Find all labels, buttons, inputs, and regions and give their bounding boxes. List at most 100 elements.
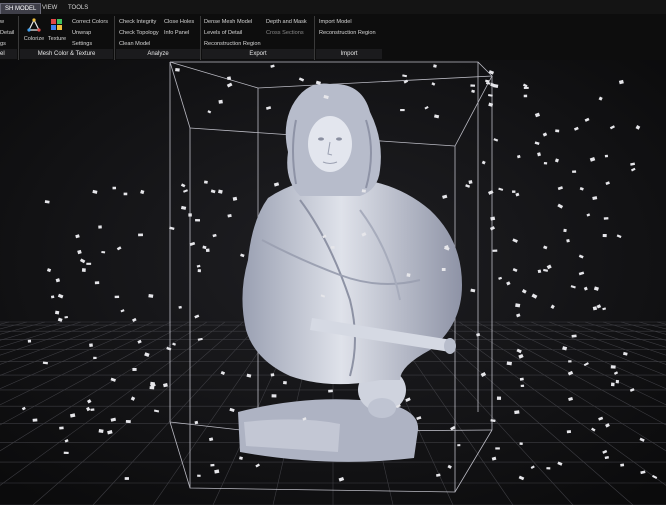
camera-marker-icon [188, 213, 192, 217]
texture-label: Texture [47, 36, 67, 42]
partial-cmd-2[interactable]: Detail [0, 29, 14, 37]
dense-mesh-model-button[interactable]: Dense Mesh Model [204, 18, 252, 26]
check-integrity-button[interactable]: Check Integrity [119, 18, 156, 26]
group-label-mesh-color-texture: Mesh Color & Texture [20, 49, 113, 59]
colorize-icon [27, 18, 41, 32]
camera-marker-icon [197, 269, 202, 273]
camera-marker-icon [515, 303, 521, 308]
depth-and-mask-button[interactable]: Depth and Mask [266, 18, 307, 26]
clean-model-button[interactable]: Clean Model [119, 40, 150, 48]
group-label-model: el [0, 49, 17, 59]
camera-marker-icon [566, 430, 572, 434]
camera-marker-icon [523, 86, 529, 89]
camera-marker-icon [563, 228, 567, 233]
texture-button[interactable]: Texture [46, 16, 68, 46]
camera-marker-icon [546, 467, 551, 470]
camera-marker-icon [602, 233, 607, 238]
ribbon-group-mesh-color-texture: Colorize Texture Correct Colors Unwrap S… [20, 14, 113, 60]
settings-button[interactable]: Settings [72, 40, 92, 48]
camera-marker-icon [148, 294, 154, 298]
camera-marker-icon [495, 447, 500, 450]
camera-marker-icon [283, 381, 287, 385]
camera-marker-icon [138, 233, 143, 237]
camera-marker-icon [125, 419, 131, 424]
unwrap-button[interactable]: Unwrap [72, 29, 91, 37]
camera-marker-icon [620, 463, 625, 467]
3d-viewport[interactable] [0, 60, 666, 505]
partial-cmd-1[interactable]: w [0, 18, 4, 26]
camera-marker-icon [89, 343, 93, 347]
camera-marker-icon [492, 249, 498, 252]
camera-marker-icon [226, 76, 232, 80]
camera-marker-icon [572, 170, 577, 173]
ribbon-separator [200, 16, 201, 60]
camera-marker-icon [555, 129, 560, 133]
camera-marker-icon [112, 186, 117, 190]
camera-marker-icon [123, 192, 128, 196]
ribbon-tab-bar: SH MODEL VIEW TOOLS [0, 0, 666, 15]
camera-marker-icon [457, 444, 461, 447]
camera-marker-icon [512, 190, 516, 193]
camera-marker-icon [514, 410, 520, 415]
cross-sections-button[interactable]: Cross Sections [266, 29, 304, 37]
group-label-export: Export [202, 49, 314, 59]
camera-marker-icon [523, 94, 528, 98]
camera-marker-icon [496, 396, 502, 400]
camera-marker-icon [610, 365, 616, 369]
camera-marker-icon [27, 339, 32, 343]
camera-marker-icon [32, 418, 38, 422]
camera-marker-icon [59, 426, 64, 430]
camera-marker-icon [132, 367, 137, 371]
camera-marker-icon [604, 154, 609, 158]
camera-marker-icon [520, 384, 525, 388]
ribbon-group-import: Import Model Reconstruction Region Impor… [316, 14, 382, 60]
info-panel-button[interactable]: Info Panel [164, 29, 189, 37]
camera-marker-icon [93, 356, 97, 360]
close-holes-button[interactable]: Close Holes [164, 18, 194, 26]
reconstruction-region-export-button[interactable]: Reconstruction Region [204, 40, 261, 48]
levels-of-detail-button[interactable]: Levels of Detail [204, 29, 242, 37]
camera-marker-icon [441, 268, 446, 272]
texture-icon [51, 19, 62, 30]
camera-marker-icon [470, 84, 476, 87]
camera-marker-icon [210, 463, 215, 467]
ribbon-group-model: w Detail gs el [0, 14, 17, 60]
colorize-button[interactable]: Colorize [23, 16, 45, 46]
camera-marker-icon [406, 273, 411, 278]
camera-marker-icon [101, 250, 106, 254]
camera-marker-icon [81, 268, 86, 272]
ribbon-separator [114, 16, 115, 60]
camera-marker-icon [54, 310, 60, 315]
group-label-import: Import [316, 49, 382, 59]
camera-marker-icon [64, 316, 68, 319]
tab-view[interactable]: VIEW [38, 3, 61, 14]
camera-marker-icon [270, 373, 275, 377]
camera-marker-icon [571, 334, 577, 338]
correct-colors-button[interactable]: Correct Colors [72, 18, 108, 26]
camera-marker-icon [203, 180, 208, 184]
reconstruction-region-import-button[interactable]: Reconstruction Region [319, 29, 376, 37]
ribbon-group-analyze: Check Integrity Check Topology Clean Mod… [116, 14, 200, 60]
import-model-button[interactable]: Import Model [319, 18, 352, 26]
camera-marker-icon [50, 295, 55, 299]
ribbon-separator [314, 16, 315, 60]
camera-marker-icon [98, 225, 102, 229]
tab-tools[interactable]: TOOLS [64, 3, 92, 14]
camera-marker-icon [543, 162, 548, 165]
camera-marker-icon [506, 361, 512, 366]
camera-marker-icon [124, 477, 129, 480]
ribbon-separator [18, 16, 19, 60]
camera-marker-icon [114, 295, 120, 299]
camera-marker-icon [400, 108, 405, 112]
camera-marker-icon [218, 99, 223, 104]
camera-marker-icon [94, 281, 100, 285]
camera-marker-icon [271, 394, 277, 398]
camera-marker-icon [603, 217, 609, 220]
ribbon: w Detail gs el Colorize Texture Correct [0, 14, 666, 60]
camera-marker-icon [519, 377, 524, 381]
partial-cmd-3[interactable]: gs [0, 40, 6, 48]
check-topology-button[interactable]: Check Topology [119, 29, 159, 37]
camera-marker-icon [519, 442, 523, 446]
camera-marker-icon [195, 219, 201, 222]
camera-marker-icon [197, 474, 201, 477]
